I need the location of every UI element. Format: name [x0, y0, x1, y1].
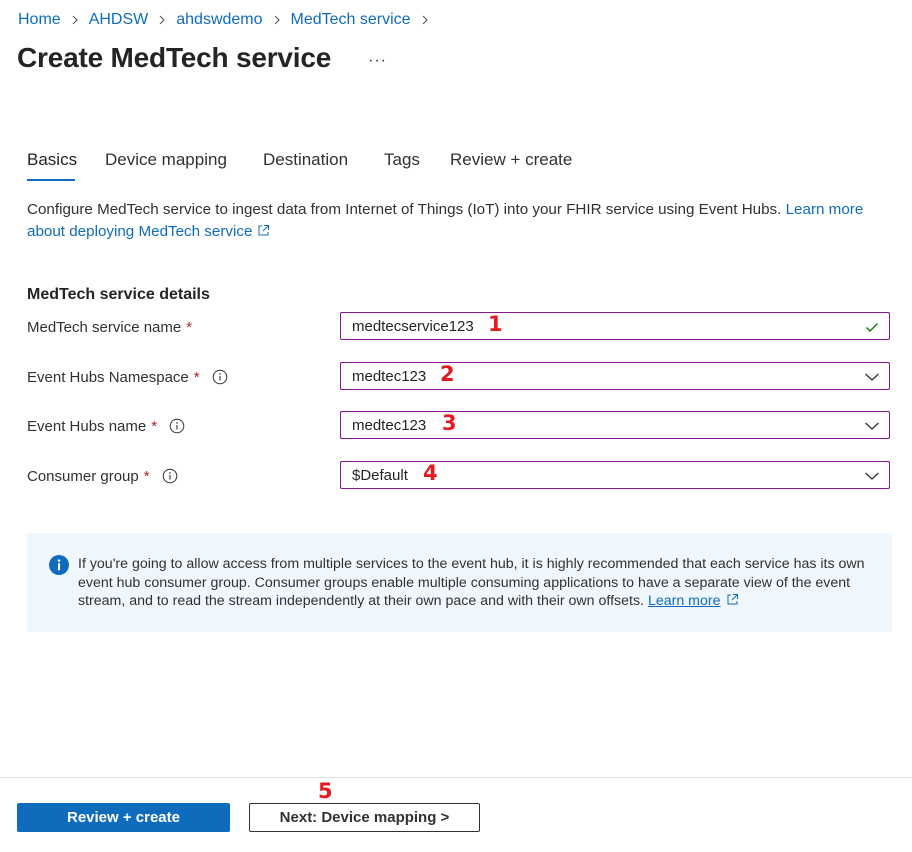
hub-name-select[interactable]: medtec123 — [340, 411, 890, 439]
chevron-right-icon — [411, 10, 439, 30]
hub-name-value: medtec123 — [352, 416, 427, 434]
breadcrumb: Home AHDSW ahdswdemo MedTech service — [18, 10, 439, 30]
breadcrumb-medtech-service[interactable]: MedTech service — [291, 11, 411, 29]
section-title: MedTech service details — [27, 286, 210, 303]
external-link-icon — [258, 225, 270, 236]
info-icon[interactable] — [212, 369, 228, 385]
annotation-marker-5: 5 — [318, 779, 333, 803]
required-indicator: * — [151, 417, 158, 435]
service-name-input[interactable]: medtecservice123 — [340, 312, 890, 340]
next-device-mapping-button[interactable]: Next: Device mapping > — [249, 803, 480, 832]
chevron-down-icon — [865, 373, 879, 381]
tab-review-create[interactable]: Review + create — [450, 150, 572, 170]
namespace-select[interactable]: medtec123 — [340, 362, 890, 390]
external-link-icon — [727, 594, 738, 605]
description-text: Configure MedTech service to ingest data… — [27, 201, 782, 218]
breadcrumb-ahdsw[interactable]: AHDSW — [89, 11, 149, 29]
annotation-marker-2: 2 — [440, 362, 455, 386]
required-indicator: * — [186, 318, 193, 336]
annotation-marker-3: 3 — [442, 411, 457, 435]
service-name-value: medtecservice123 — [352, 317, 474, 335]
checkmark-icon — [866, 323, 878, 332]
active-tab-indicator — [27, 179, 75, 181]
namespace-label: Event Hubs Namespace * — [27, 367, 228, 387]
service-name-label: MedTech service name * — [27, 318, 193, 336]
chevron-down-icon — [865, 472, 879, 480]
chevron-right-icon — [263, 10, 291, 30]
chevron-down-icon — [865, 422, 879, 430]
learn-more-link[interactable]: Learn more — [648, 593, 721, 609]
annotation-marker-4: 4 — [423, 461, 438, 485]
info-message-text: If you're going to allow access from mul… — [78, 556, 865, 609]
namespace-value: medtec123 — [352, 367, 427, 385]
chevron-right-icon — [61, 10, 89, 30]
hub-name-label: Event Hubs name * — [27, 416, 185, 436]
tab-basics[interactable]: Basics — [27, 150, 77, 170]
info-icon[interactable] — [162, 468, 178, 484]
chevron-right-icon — [148, 10, 176, 30]
info-message-bar: If you're going to allow access from mul… — [27, 533, 892, 632]
footer-divider — [0, 777, 912, 778]
tab-tags[interactable]: Tags — [384, 150, 420, 170]
consumer-group-label: Consumer group * — [27, 466, 178, 486]
breadcrumb-home[interactable]: Home — [18, 11, 61, 29]
required-indicator: * — [193, 368, 200, 386]
breadcrumb-ahdswdemo[interactable]: ahdswdemo — [176, 11, 262, 29]
more-options-button[interactable]: ··· — [368, 52, 387, 70]
info-icon — [49, 555, 69, 575]
annotation-marker-1: 1 — [488, 312, 503, 336]
tab-destination[interactable]: Destination — [263, 150, 348, 170]
required-indicator: * — [143, 467, 150, 485]
page-title: Create MedTech service — [17, 42, 332, 73]
review-create-button[interactable]: Review + create — [17, 803, 230, 832]
consumer-group-value: $Default — [352, 466, 408, 484]
page-description: Configure MedTech service to ingest data… — [27, 199, 882, 243]
tab-device-mapping[interactable]: Device mapping — [105, 150, 227, 170]
info-icon[interactable] — [169, 418, 185, 434]
